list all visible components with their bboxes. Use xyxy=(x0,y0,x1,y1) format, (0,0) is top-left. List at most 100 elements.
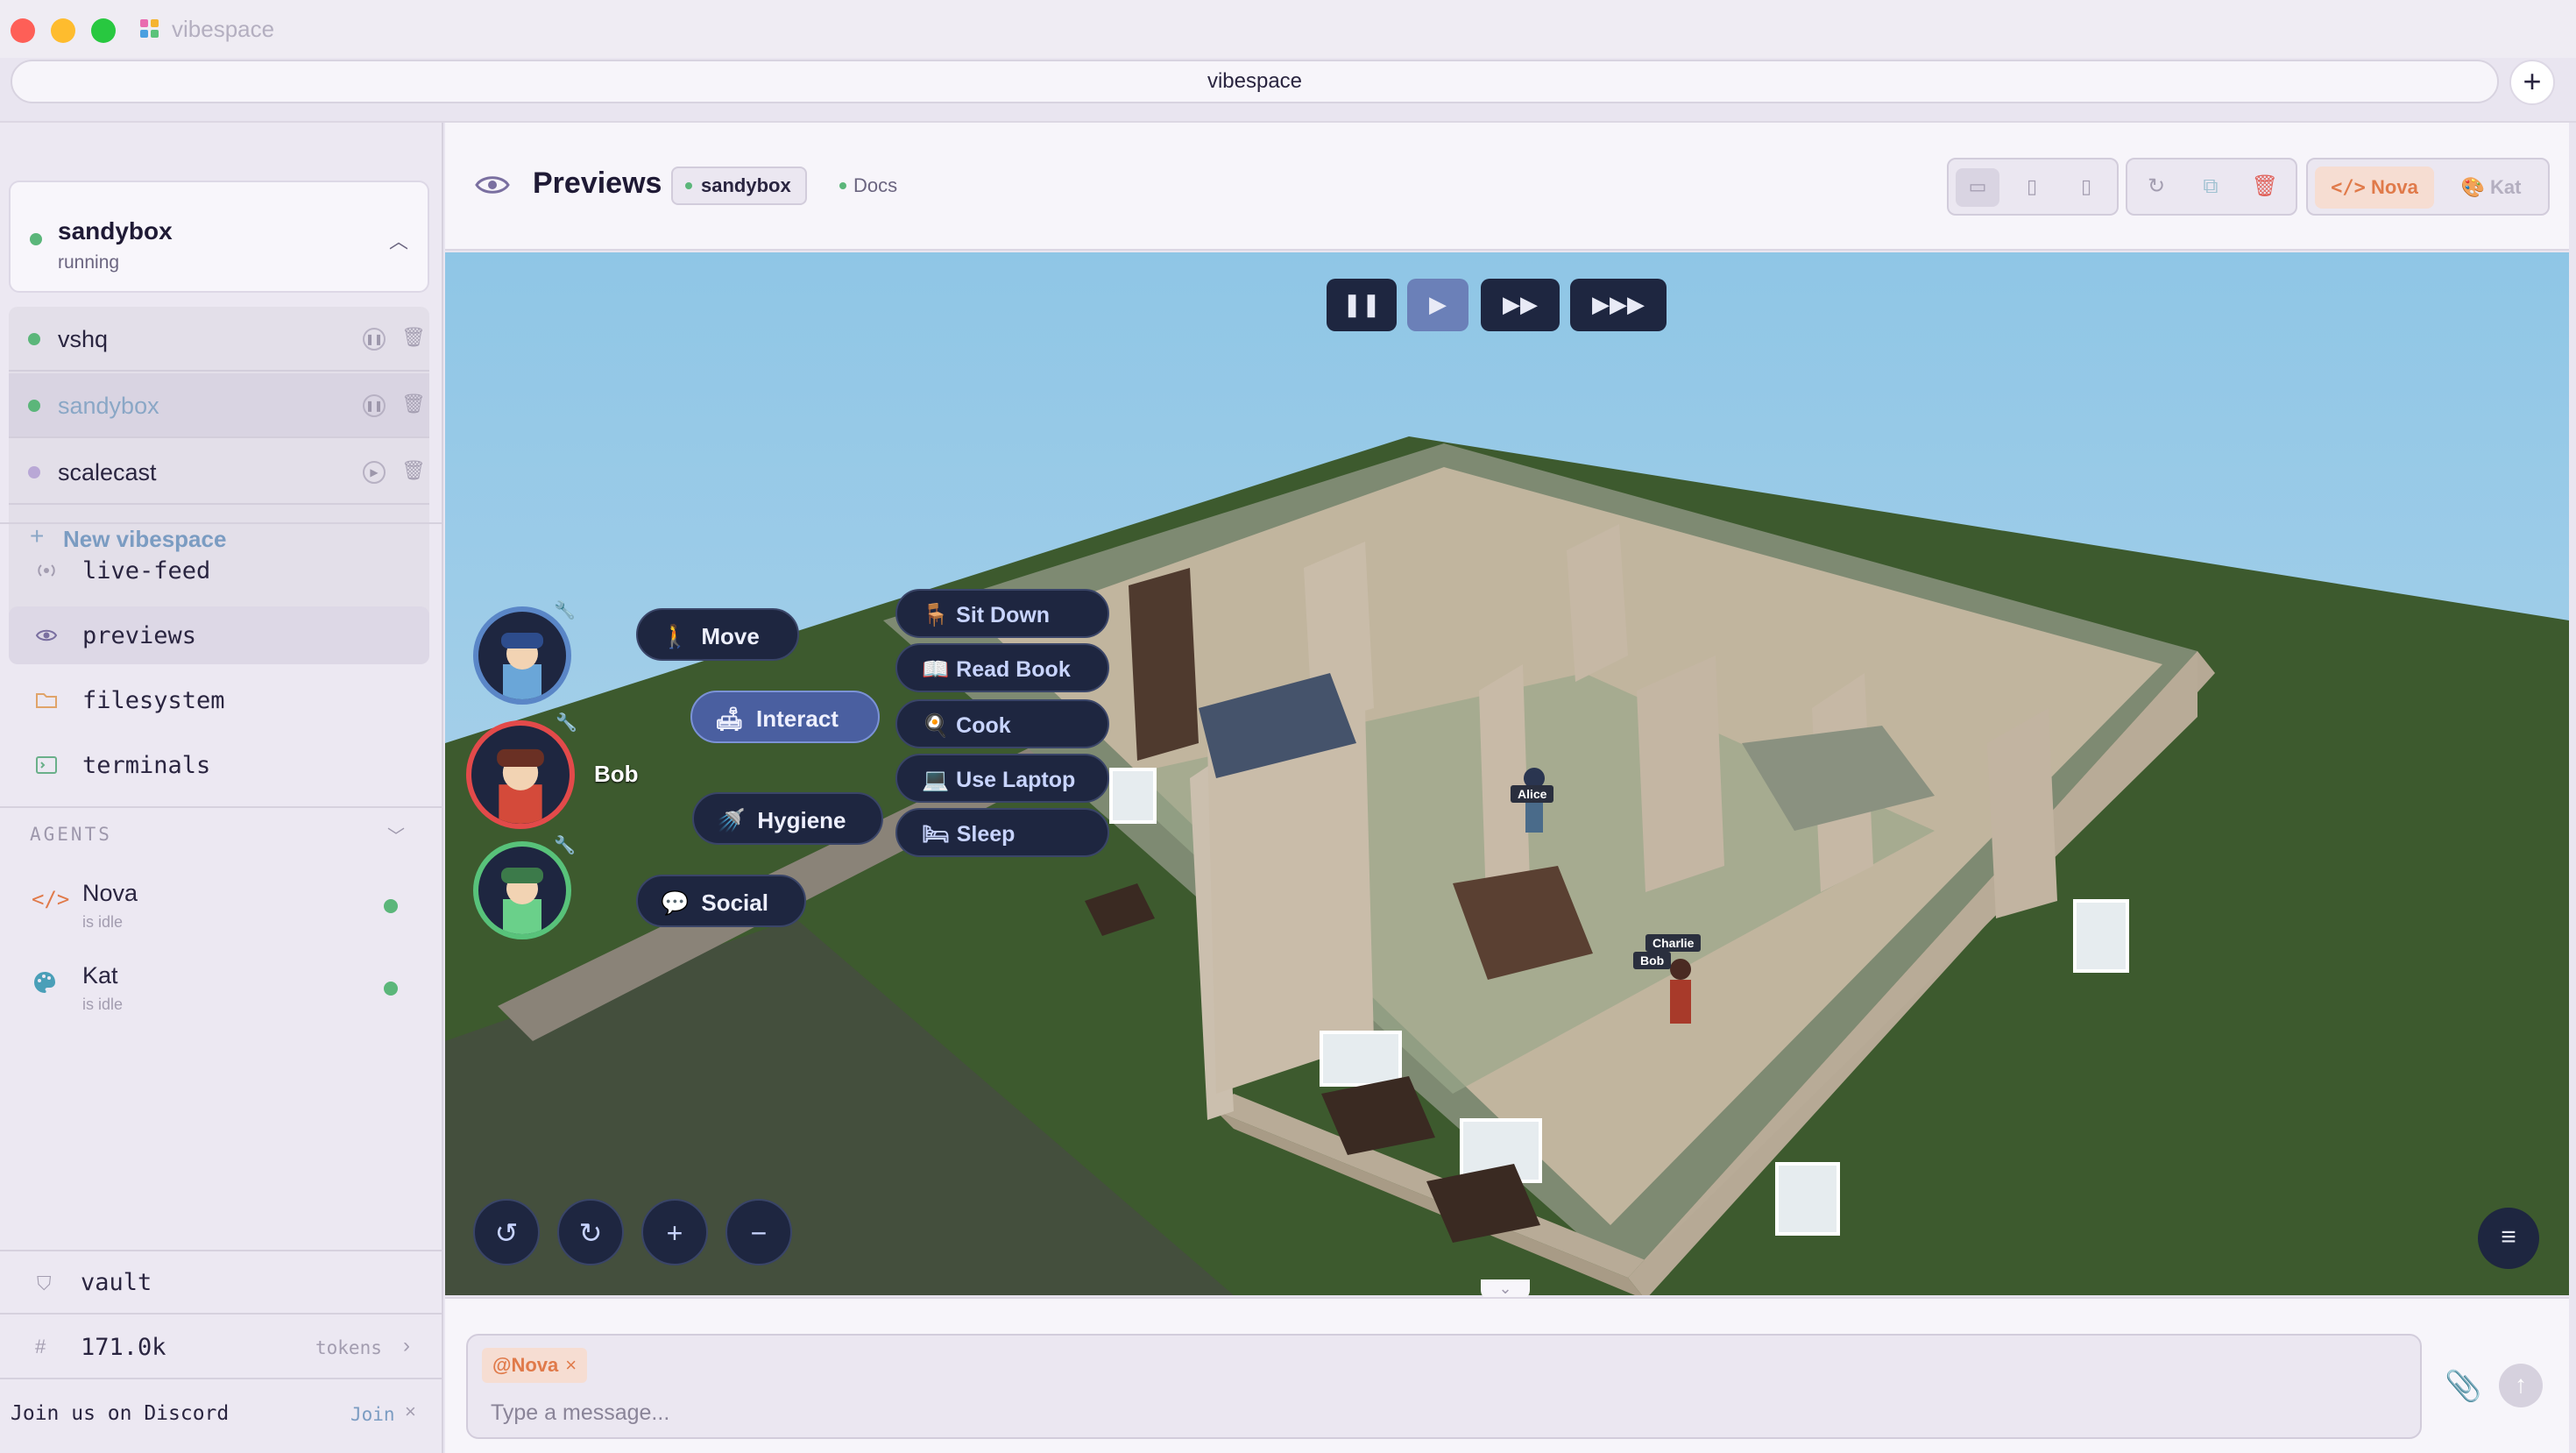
interact-read-book-button[interactable]: 📖 Read Book xyxy=(895,643,1109,692)
terminal-icon xyxy=(36,756,57,774)
new-tab-button[interactable]: + xyxy=(2509,60,2555,105)
agent-item-kat[interactable]: Kat is idle xyxy=(9,952,429,1025)
folder-icon xyxy=(36,693,57,708)
url-bar[interactable]: vibespace xyxy=(11,60,2499,103)
character-nametag-charlie: Charlie xyxy=(1645,934,1702,952)
nav-item-live-feed[interactable]: live-feed xyxy=(9,542,429,599)
character-avatar-bob[interactable] xyxy=(466,720,575,829)
tokens-item[interactable]: # 171.0k tokens › xyxy=(0,1313,443,1379)
minus-icon: − xyxy=(750,1217,768,1249)
pause-speed-button[interactable]: ❚❚ xyxy=(1327,279,1397,331)
minimize-window-button[interactable] xyxy=(51,18,75,43)
speech-icon: 💬 xyxy=(661,890,690,916)
current-workspace-card[interactable]: sandybox running ︿ xyxy=(9,181,429,293)
agent-name: Kat xyxy=(82,962,118,989)
laptop-icon: 💻 xyxy=(922,768,950,792)
discord-join-link[interactable]: Join xyxy=(350,1404,395,1425)
tablet-icon[interactable]: ▯ xyxy=(2010,168,2054,207)
tokens-value: 171.0k xyxy=(81,1334,166,1361)
code-icon: </> xyxy=(32,887,70,911)
fast-forward-icon: ▶▶ xyxy=(1503,291,1538,317)
trash-icon[interactable]: 🗑 xyxy=(2243,168,2287,207)
workspace-item-scalecast[interactable]: scalecast ▶ 🗑 xyxy=(9,440,429,505)
eye-icon xyxy=(35,629,58,641)
walk-icon: 🚶 xyxy=(661,623,690,649)
chevron-down-icon[interactable]: ﹀ xyxy=(387,822,405,847)
tokens-label: tokens xyxy=(315,1337,382,1358)
status-dot xyxy=(28,466,40,478)
workspace-item-vshq[interactable]: vshq ❚❚ 🗑 xyxy=(9,307,429,372)
fastest-forward-button[interactable]: ▶▶▶ xyxy=(1570,279,1667,331)
agent-switch-nova[interactable]: </> Nova xyxy=(2315,167,2434,209)
agent-switch: </> Nova 🎨 Kat xyxy=(2306,158,2550,216)
action-interact-button[interactable]: 🛋 Interact xyxy=(690,691,880,743)
close-window-button[interactable] xyxy=(11,18,35,43)
app-title: vibespace xyxy=(172,16,275,42)
nav-label: terminals xyxy=(82,752,211,779)
workspace-item-sandybox[interactable]: sandybox ❚❚ 🗑 xyxy=(9,373,429,438)
wrench-icon[interactable]: 🔧 xyxy=(554,834,576,856)
rotate-right-button[interactable]: ↻ xyxy=(557,1199,624,1265)
close-icon[interactable]: × xyxy=(405,1400,416,1423)
pause-icon[interactable]: ❚❚ xyxy=(363,328,386,351)
action-label: Interact xyxy=(756,705,839,732)
preview-tab-docs[interactable]: Docs xyxy=(831,167,908,205)
mention-chip[interactable]: @Nova × xyxy=(482,1348,588,1383)
rotate-left-button[interactable]: ↺ xyxy=(473,1199,540,1265)
character-portrait-icon xyxy=(501,633,543,699)
action-hygiene-button[interactable]: 🚿 Hygiene xyxy=(692,792,883,845)
paperclip-icon[interactable]: 📎 xyxy=(2445,1369,2481,1404)
play-speed-button[interactable]: ▶ xyxy=(1407,279,1468,331)
nav-item-previews[interactable]: previews xyxy=(9,606,429,664)
chevron-up-icon[interactable]: ︿ xyxy=(389,226,408,254)
interact-sleep-button[interactable]: 🛏 Sleep xyxy=(895,808,1109,857)
nav-item-filesystem[interactable]: filesystem xyxy=(9,671,429,729)
agent-status-dot xyxy=(384,982,398,996)
play-icon: ▶ xyxy=(1429,291,1447,317)
desktop-icon[interactable]: ▭ xyxy=(1956,168,1999,207)
zoom-in-button[interactable]: + xyxy=(641,1199,708,1265)
refresh-icon[interactable]: ↻ xyxy=(2134,168,2178,207)
agent-status-dot xyxy=(384,899,398,913)
game-preview-viewport[interactable]: ❚❚ ▶ ▶▶ ▶▶▶ Alice Charlie Bob 🔧 🔧 Bob 🔧 … xyxy=(445,252,2569,1295)
play-icon[interactable]: ▶ xyxy=(363,461,386,484)
wrench-icon[interactable]: 🔧 xyxy=(554,599,576,621)
running-status-dot xyxy=(30,233,42,245)
agent-switch-kat[interactable]: 🎨 Kat xyxy=(2439,167,2543,209)
agent-status: is idle xyxy=(82,913,124,931)
maximize-window-button[interactable] xyxy=(91,18,116,43)
app-logo-icon xyxy=(140,19,159,38)
nav-item-terminals[interactable]: terminals xyxy=(9,736,429,794)
workspace-label: vshq xyxy=(58,326,109,352)
menu-icon: ≡ xyxy=(2501,1223,2516,1251)
wrench-icon[interactable]: 🔧 xyxy=(556,712,577,734)
action-move-button[interactable]: 🚶 Move xyxy=(636,608,799,661)
eye-icon xyxy=(475,176,510,194)
send-button[interactable]: ↑ xyxy=(2499,1364,2543,1407)
isometric-house-scene[interactable] xyxy=(445,252,2569,1295)
agent-switch-nova-label: Nova xyxy=(2371,176,2418,198)
action-social-button[interactable]: 💬 Social xyxy=(636,875,806,927)
divider xyxy=(0,806,443,808)
trash-icon[interactable]: 🗑 xyxy=(401,393,426,415)
interact-label: Cook xyxy=(956,713,1011,738)
interact-cook-button[interactable]: 🍳 Cook xyxy=(895,699,1109,748)
close-icon[interactable]: × xyxy=(565,1354,577,1376)
agent-item-nova[interactable]: </> Nova is idle xyxy=(9,869,429,943)
fast-forward-button[interactable]: ▶▶ xyxy=(1481,279,1560,331)
mobile-icon[interactable]: ▯ xyxy=(2064,168,2108,207)
status-dot xyxy=(28,400,40,412)
pause-icon[interactable]: ❚❚ xyxy=(363,394,386,417)
preview-tab-sandybox[interactable]: sandybox xyxy=(671,167,807,205)
interact-use-laptop-button[interactable]: 💻 Use Laptop xyxy=(895,754,1109,803)
interact-label: Use Laptop xyxy=(956,768,1076,792)
interact-sit-down-button[interactable]: 🪑 Sit Down xyxy=(895,589,1109,638)
vault-item[interactable]: ⛉ vault xyxy=(0,1250,443,1315)
zoom-out-button[interactable]: − xyxy=(725,1199,792,1265)
pause-icon: ❚❚ xyxy=(1342,291,1381,317)
trash-icon[interactable]: 🗑 xyxy=(401,326,426,349)
trash-icon[interactable]: 🗑 xyxy=(401,459,426,482)
open-external-icon[interactable]: ⧉ xyxy=(2189,168,2233,207)
message-input[interactable] xyxy=(491,1397,2383,1428)
game-menu-button[interactable]: ≡ xyxy=(2478,1208,2539,1269)
